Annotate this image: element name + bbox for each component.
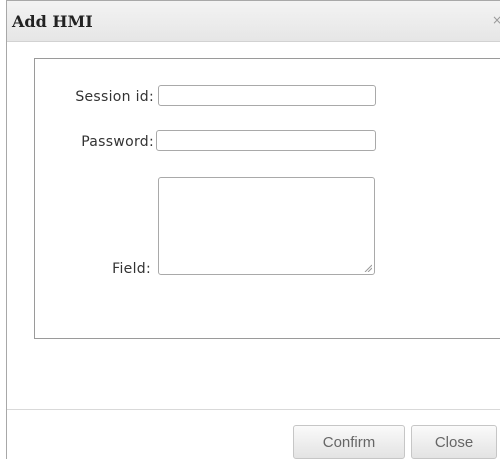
close-button[interactable]: Close bbox=[411, 425, 497, 459]
password-label: Password: bbox=[81, 134, 154, 150]
dialog-title: Add HMI bbox=[12, 12, 93, 31]
add-hmi-dialog: Add HMI × Session id: Password: Field: C… bbox=[6, 0, 500, 459]
dialog-titlebar[interactable]: Add HMI × bbox=[7, 1, 500, 42]
session-id-input[interactable] bbox=[158, 85, 376, 106]
footer-divider bbox=[7, 409, 500, 410]
session-id-label: Session id: bbox=[75, 89, 154, 105]
confirm-button[interactable]: Confirm bbox=[293, 425, 405, 459]
close-icon[interactable]: × bbox=[492, 14, 500, 26]
password-input[interactable] bbox=[156, 130, 376, 151]
field-label: Field: bbox=[112, 261, 151, 277]
field-textarea[interactable] bbox=[158, 177, 375, 275]
form-panel: Session id: Password: Field: bbox=[34, 58, 500, 339]
resize-grip-icon[interactable] bbox=[364, 264, 372, 272]
